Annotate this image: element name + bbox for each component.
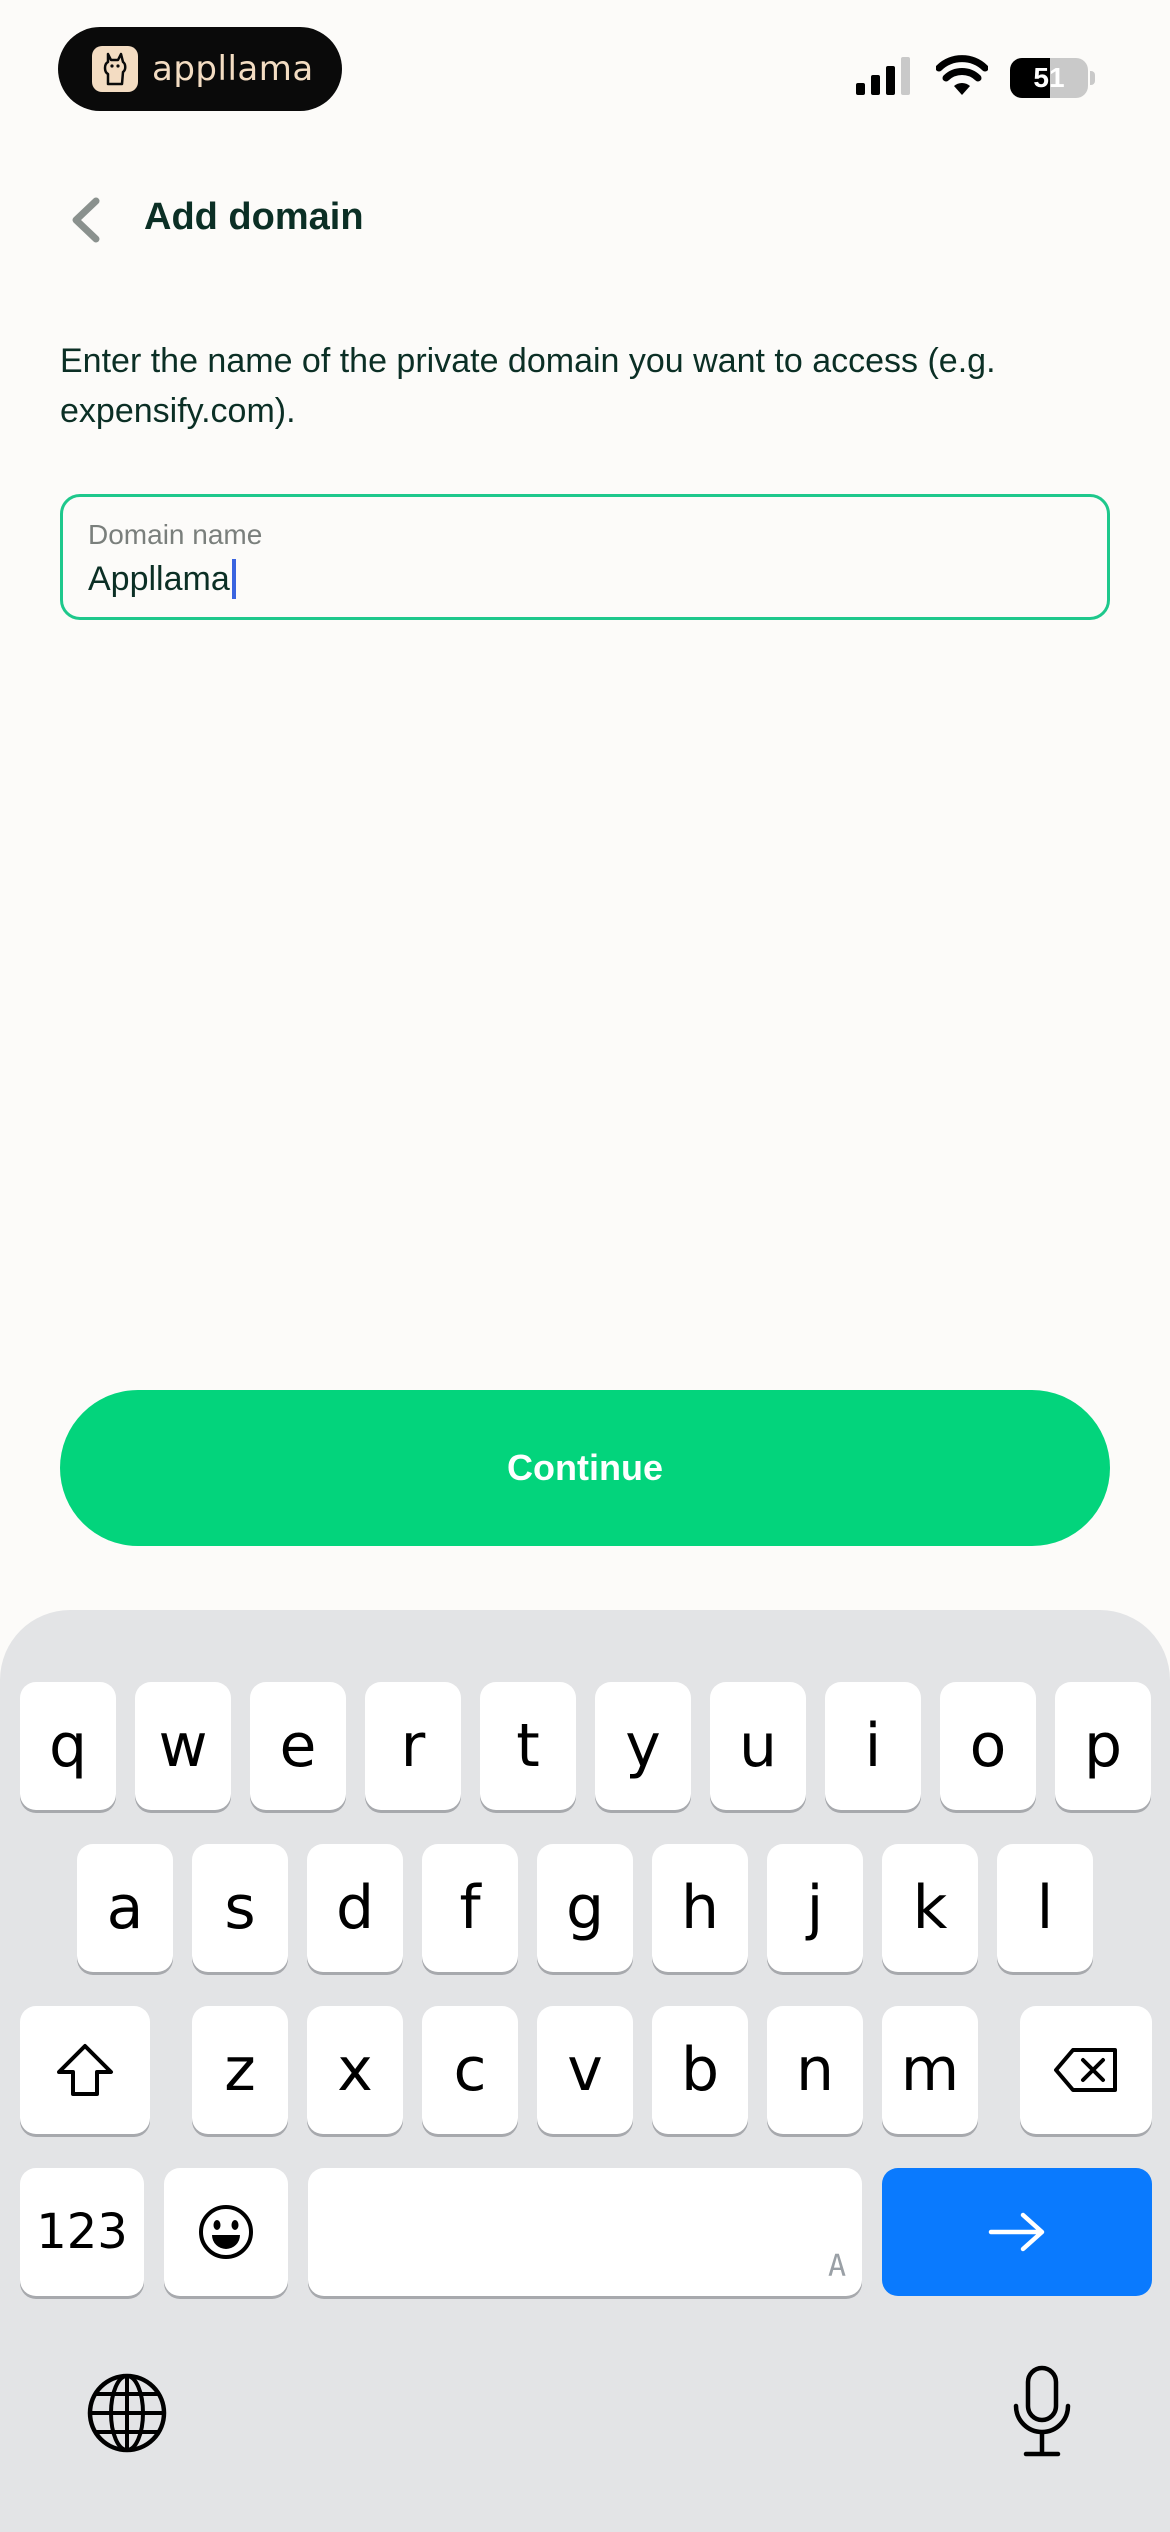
key-l[interactable]: l [997,1844,1093,1972]
chevron-left-icon [72,197,100,243]
key-u[interactable]: u [710,1682,806,1810]
backspace-icon [1054,2048,1117,2092]
llama-logo-icon [92,46,138,92]
shift-key[interactable] [20,2006,150,2134]
battery-level: 51 [1033,62,1065,93]
continue-button[interactable]: Continue [60,1390,1110,1546]
domain-name-input[interactable]: Appllama [88,559,236,599]
key-y[interactable]: y [595,1682,691,1810]
wifi-icon [936,55,988,95]
key-z[interactable]: z [192,2006,288,2134]
instruction-text: Enter the name of the private domain you… [60,342,996,430]
page-title: Add domain [144,196,364,238]
key-s[interactable]: s [192,1844,288,1972]
back-button[interactable] [56,190,116,250]
battery-cap [1090,71,1095,85]
cellular-signal-icon [856,57,910,95]
key-f[interactable]: f [422,1844,518,1972]
key-r[interactable]: r [365,1682,461,1810]
key-b[interactable]: b [652,2006,748,2134]
key-e[interactable]: e [250,1682,346,1810]
domain-name-field[interactable]: Domain name Appllama [60,494,1110,620]
key-g[interactable]: g [537,1844,633,1972]
key-j[interactable]: j [767,1844,863,1972]
delete-key[interactable] [1020,2006,1152,2134]
domain-name-label: Domain name [88,519,263,550]
key-o[interactable]: o [940,1682,1036,1810]
globe-icon[interactable] [86,2372,168,2454]
status-bar: appllama 51 [0,0,1170,150]
key-i[interactable]: i [825,1682,921,1810]
key-w[interactable]: w [135,1682,231,1810]
microphone-icon[interactable] [1010,2364,1074,2460]
key-t[interactable]: t [480,1682,576,1810]
key-q[interactable]: q [20,1682,116,1810]
key-c[interactable]: c [422,2006,518,2134]
domain-name-value: Appllama [88,559,230,598]
key-k[interactable]: k [882,1844,978,1972]
key-x[interactable]: x [307,2006,403,2134]
emoji-icon [199,2205,253,2259]
arrow-right-icon [988,2212,1045,2252]
key-a[interactable]: a [77,1844,173,1972]
numbers-key[interactable]: 123 [20,2168,144,2296]
key-d[interactable]: d [307,1844,403,1972]
battery-indicator: 51 [1010,58,1088,98]
shift-icon [57,2044,113,2096]
key-p[interactable]: p [1055,1682,1151,1810]
text-caret [231,559,236,599]
key-h[interactable]: h [652,1844,748,1972]
key-m[interactable]: m [882,2006,978,2134]
emoji-key[interactable] [164,2168,288,2296]
keyboard: qwertyuiop asdfghjkl zxcvbnm 123 A [0,1610,1170,2532]
brand-pill: appllama [58,27,342,111]
space-key[interactable]: A [308,2168,862,2296]
key-v[interactable]: v [537,2006,633,2134]
brand-name: appllama [152,49,314,89]
space-key-mark: A [827,2249,846,2284]
go-key[interactable] [882,2168,1152,2296]
key-n[interactable]: n [767,2006,863,2134]
